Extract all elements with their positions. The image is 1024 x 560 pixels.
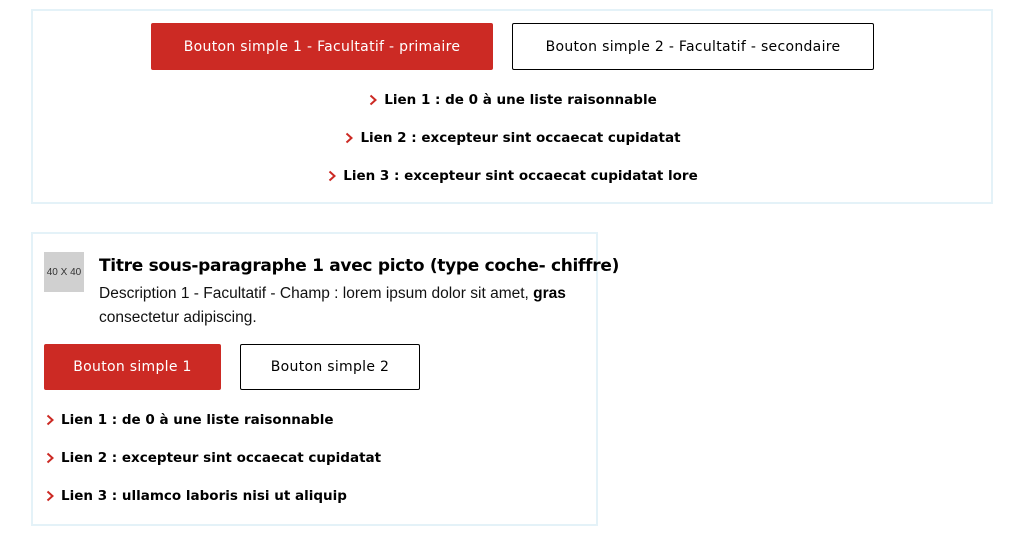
link-label: Lien 3 : excepteur sint occaecat cupidat…: [343, 168, 698, 184]
subparagraph-title: Titre sous-paragraphe 1 avec picto (type…: [99, 256, 620, 276]
actions-block-centered: Bouton simple 1 - Facultatif - primaire …: [31, 9, 993, 204]
link-3[interactable]: Lien 3 : excepteur sint occaecat cupidat…: [33, 167, 991, 185]
link-1[interactable]: Lien 1 : de 0 à une liste raisonnable: [44, 411, 333, 429]
chevron-right-icon: [329, 170, 337, 182]
picto-placeholder: 40 X 40: [44, 252, 84, 292]
primary-button[interactable]: Bouton simple 1: [44, 344, 221, 390]
link-label: Lien 2 : excepteur sint occaecat cupidat…: [61, 450, 382, 466]
chevron-right-icon: [346, 132, 354, 144]
subparagraph-description: Description 1 - Facultatif - Champ : lor…: [99, 285, 566, 326]
subparagraph-block-with-picto: 40 X 40 Titre sous-paragraphe 1 avec pic…: [31, 232, 619, 526]
link-label: Lien 2 : excepteur sint occaecat cupidat…: [360, 130, 681, 146]
chevron-right-icon: [46, 490, 54, 502]
chevron-right-icon: [46, 452, 54, 464]
chevron-right-icon: [46, 414, 54, 426]
link-label: Lien 1 : de 0 à une liste raisonnable: [61, 412, 334, 428]
link-label: Lien 3 : ullamco laboris nisi ut aliquip: [61, 488, 347, 504]
link-1[interactable]: Lien 1 : de 0 à une liste raisonnable: [33, 91, 991, 109]
secondary-button[interactable]: Bouton simple 2: [240, 344, 420, 390]
bold-word: gras: [533, 285, 566, 302]
secondary-button[interactable]: Bouton simple 2 - Facultatif - secondair…: [512, 23, 874, 70]
primary-button[interactable]: Bouton simple 1 - Facultatif - primaire: [151, 23, 493, 70]
link-2[interactable]: Lien 2 : excepteur sint occaecat cupidat…: [44, 449, 381, 467]
link-label: Lien 1 : de 0 à une liste raisonnable: [384, 92, 657, 108]
link-3[interactable]: Lien 3 : ullamco laboris nisi ut aliquip: [44, 487, 347, 505]
chevron-right-icon: [370, 94, 378, 106]
link-2[interactable]: Lien 2 : excepteur sint occaecat cupidat…: [33, 129, 991, 147]
